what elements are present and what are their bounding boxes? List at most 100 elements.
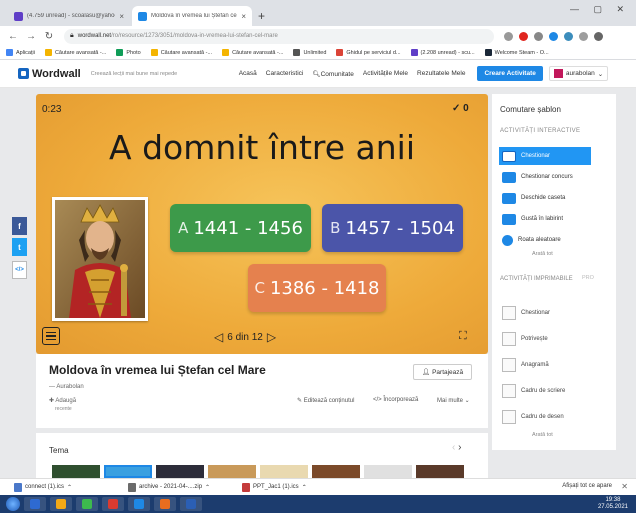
- vpn-icon[interactable]: [549, 31, 558, 41]
- bookmark-item[interactable]: Photo: [116, 49, 141, 56]
- twitter-icon: t: [18, 242, 21, 252]
- slogan: Creează lecții mai bune mai repede: [90, 70, 178, 77]
- system-clock[interactable]: 19:38 27.05.2021: [598, 497, 628, 511]
- create-activity-button[interactable]: Creare Activitate: [477, 66, 543, 81]
- browser-tab-mail[interactable]: (4.759 unread) - scoalasu@yahoo ×: [8, 6, 130, 26]
- theme-thumbnail[interactable]: [208, 465, 256, 478]
- bookmark-label: (2.208 unread) - scu...: [420, 49, 475, 56]
- reload-icon[interactable]: ↻: [44, 31, 54, 42]
- show-all-downloads-link[interactable]: Afișați tot ce apare: [562, 483, 612, 489]
- next-question-icon[interactable]: ▷: [267, 330, 276, 344]
- back-arrow-icon[interactable]: ←: [8, 31, 18, 42]
- template-random-wheel[interactable]: Roata aleatoare: [499, 231, 591, 249]
- template-maze-chase[interactable]: Gustă în labirint: [499, 210, 591, 228]
- facebook-share-button[interactable]: f: [12, 217, 27, 235]
- user-menu[interactable]: aurabolan ⌄: [548, 66, 609, 81]
- answer-a-button[interactable]: A 1441 - 1456: [170, 204, 311, 252]
- more-link[interactable]: Mai multe ⌄: [437, 397, 470, 404]
- bookmark-icon: [336, 49, 344, 56]
- theme-thumbnail[interactable]: [364, 465, 412, 478]
- see-all-interactive-link[interactable]: Arată tot: [532, 251, 553, 257]
- printable-quiz[interactable]: Chestionar: [499, 304, 591, 322]
- bookmark-item[interactable]: Unlimited: [293, 49, 326, 56]
- chevron-left-icon[interactable]: ‹: [452, 442, 455, 453]
- embed-link[interactable]: </> Încorporează: [373, 397, 418, 403]
- opera-icon[interactable]: [519, 31, 528, 41]
- embed-button[interactable]: </>: [12, 261, 27, 279]
- start-button[interactable]: [6, 497, 20, 511]
- forward-arrow-icon[interactable]: →: [26, 31, 36, 42]
- author-link[interactable]: — Aurabolan: [49, 384, 84, 390]
- document-icon: [502, 358, 516, 372]
- add-button[interactable]: ✚ Adaugă: [49, 397, 76, 404]
- apps-icon: [6, 49, 13, 56]
- download-item[interactable]: archive - 2021-04-....zip ⌃: [128, 482, 228, 492]
- template-quiz[interactable]: Chestionar: [499, 147, 591, 165]
- answer-c-button[interactable]: C 1386 - 1418: [248, 264, 386, 312]
- file-icon: [128, 482, 136, 492]
- previous-question-icon[interactable]: ◁: [214, 330, 223, 344]
- bookmark-item[interactable]: Ghidul pe serviciul d...: [336, 49, 401, 56]
- theme-thumbnail[interactable]: [156, 465, 204, 478]
- bookmark-item[interactable]: Căutare avansată -...: [222, 49, 283, 56]
- taskbar-app[interactable]: [180, 497, 202, 511]
- taskbar-app[interactable]: [154, 497, 176, 511]
- sync-icon[interactable]: [564, 31, 573, 41]
- star-icon[interactable]: [504, 31, 513, 41]
- see-all-printable-link[interactable]: Arată tot: [532, 432, 553, 438]
- author-name: Aurabolan: [56, 384, 84, 390]
- close-tab-icon[interactable]: ×: [119, 12, 124, 21]
- download-item[interactable]: connect (1).ics ⌃: [14, 482, 114, 492]
- edit-content-link[interactable]: ✎ Editează conținutul: [297, 397, 354, 404]
- new-tab-button[interactable]: +: [258, 9, 265, 23]
- bookmark-item[interactable]: Welcome Steam - O...: [484, 49, 549, 56]
- close-tab-icon[interactable]: ×: [241, 12, 246, 21]
- printable-drawing-frame[interactable]: Cadru de desen: [499, 408, 591, 426]
- close-icon[interactable]: ✕: [621, 482, 628, 491]
- window-controls[interactable]: — ▢ ✕: [570, 4, 630, 15]
- add-sublabel: recente: [55, 406, 72, 412]
- taskbar-app[interactable]: [76, 497, 98, 511]
- browser-tab-active[interactable]: Moldova în vremea lui Ștefan cel ×: [132, 6, 252, 26]
- nav-my-activities[interactable]: Activitățile Mele: [363, 70, 408, 78]
- nav-my-results[interactable]: Rezultatele Mele: [417, 70, 465, 78]
- theme-thumbnail[interactable]: [104, 465, 152, 478]
- theme-thumbnail[interactable]: [52, 465, 100, 478]
- profile-icon[interactable]: [579, 31, 588, 41]
- theme-thumbnail[interactable]: [416, 465, 464, 478]
- printable-writing-frame[interactable]: Cadru de scriere: [499, 382, 591, 400]
- template-open-the-box[interactable]: Deschide caseta: [499, 189, 591, 207]
- chevron-right-icon[interactable]: ›: [458, 442, 461, 453]
- address-bar[interactable]: 🔒︎ wordwall.net /ro/resource/1273/3051/m…: [64, 28, 494, 44]
- wordwall-logo[interactable]: Wordwall: [18, 68, 81, 80]
- taskbar-app[interactable]: [50, 497, 72, 511]
- game-menu-button[interactable]: [42, 327, 60, 345]
- theme-thumbnail[interactable]: [312, 465, 360, 478]
- nav-community[interactable]: 🔍︎Comunitate: [312, 70, 354, 78]
- bookmark-item[interactable]: Căutare avansată -...: [150, 49, 212, 56]
- taskbar-app[interactable]: [102, 497, 124, 511]
- tab-label: (4.759 unread) - scoalasu@yahoo: [27, 13, 116, 19]
- taskbar-app[interactable]: [24, 497, 46, 511]
- share-button[interactable]: 👤︎ Partajează: [413, 364, 473, 380]
- printable-anagram[interactable]: Anagramă: [499, 356, 591, 374]
- download-item[interactable]: PPT_Jac1 (1).ics ⌃: [242, 482, 342, 492]
- bookmark-item[interactable]: (2.208 unread) - scu...: [410, 49, 475, 56]
- nav-features[interactable]: Caracteristici: [266, 70, 304, 78]
- site-header: Wordwall Creează lecții mai bune mai rep…: [0, 60, 636, 88]
- downloads-bar: connect (1).ics ⌃ archive - 2021-04-....…: [0, 478, 636, 495]
- taskbar-app[interactable]: [128, 497, 150, 511]
- template-gameshow-quiz[interactable]: Chestionar concurs: [499, 168, 591, 186]
- nav-home[interactable]: Acasă: [239, 70, 257, 78]
- extension-icon[interactable]: [534, 31, 543, 41]
- gameshow-icon: [502, 171, 516, 183]
- bookmark-item[interactable]: Aplicații: [6, 49, 35, 56]
- fullscreen-icon[interactable]: ⛶: [459, 330, 467, 343]
- theme-thumbnail[interactable]: [260, 465, 308, 478]
- printable-match[interactable]: Potrivește: [499, 330, 591, 348]
- menu-icon[interactable]: [594, 31, 603, 41]
- bookmark-item[interactable]: Căutare avansată -...: [44, 49, 106, 56]
- menu-line: [46, 331, 56, 334]
- answer-b-button[interactable]: B 1457 - 1504: [322, 204, 463, 252]
- twitter-share-button[interactable]: t: [12, 238, 27, 256]
